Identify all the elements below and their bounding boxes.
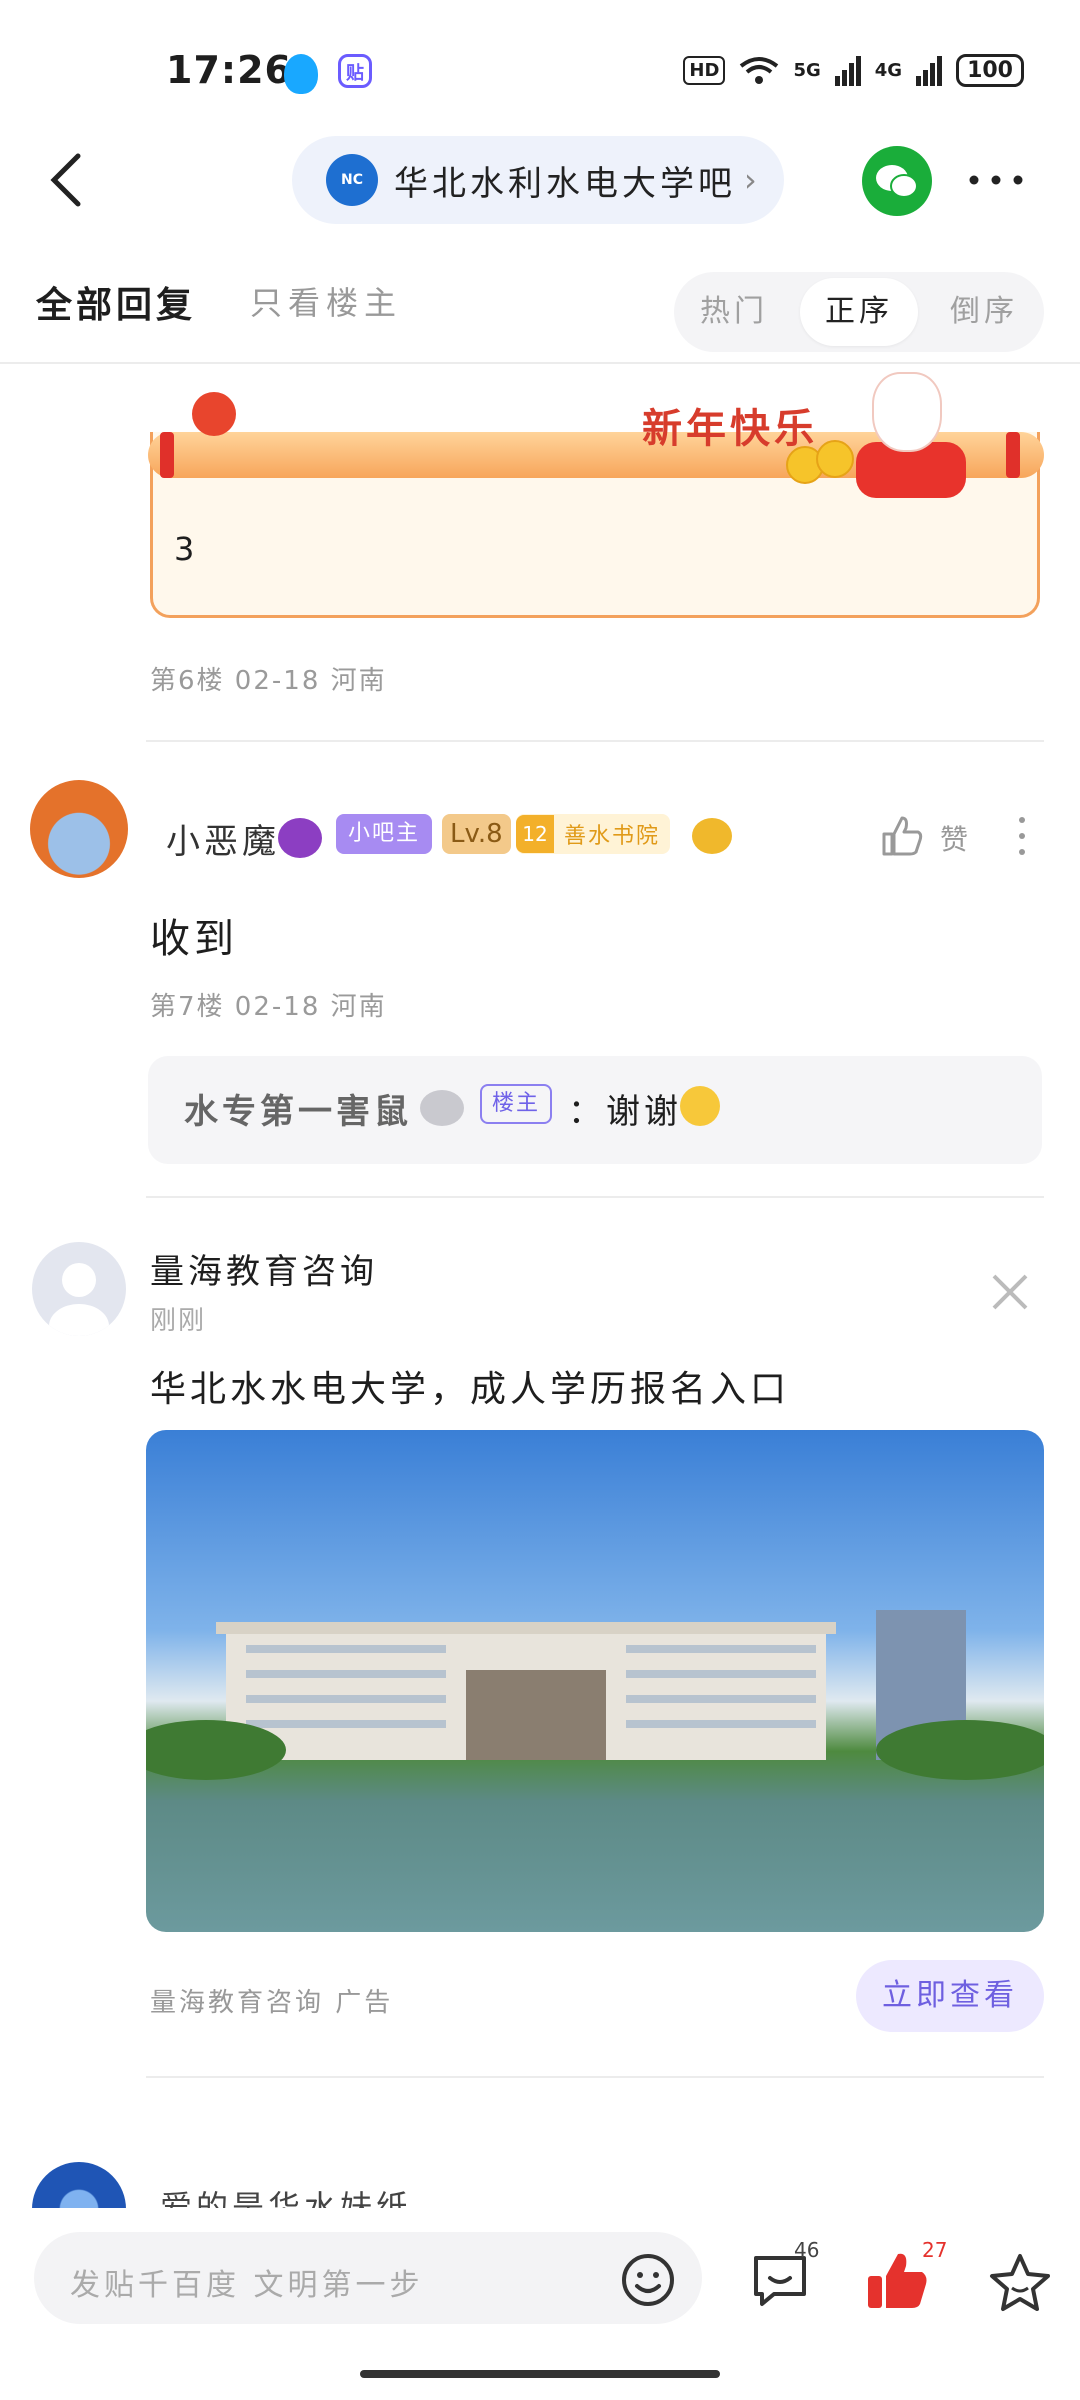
rank-badge-number: 12 [516, 815, 554, 853]
rank-badge: 12 善水书院 [516, 814, 671, 854]
post-meta: 第6楼 02-18 河南 [150, 666, 387, 696]
hd-call-icon: HD [683, 56, 726, 85]
mouse-emoji-icon [420, 1090, 464, 1126]
close-icon[interactable] [990, 1272, 1030, 1312]
star-favorite-icon[interactable] [988, 2252, 1052, 2312]
avatar[interactable] [30, 780, 128, 878]
comment-count: 46 [794, 2238, 820, 2262]
thumbs-up-icon[interactable] [880, 814, 924, 858]
network-4g-label: 4G [874, 60, 903, 81]
avatar[interactable] [32, 1242, 126, 1336]
status-indicators: HD 5G 4G 100 [683, 54, 1024, 87]
sort-toggle: 热门 正序 倒序 [674, 272, 1044, 352]
sort-descending[interactable]: 倒序 [924, 272, 1044, 352]
sub-reply-username[interactable]: 水专第一害鼠 [184, 1084, 412, 1133]
ad-title[interactable]: 华北水水电大学，成人学历报名入口 [150, 1360, 790, 1412]
divider [146, 1196, 1044, 1198]
tab-all-replies[interactable]: 全部回复 [36, 276, 196, 328]
more-options-icon[interactable] [966, 170, 1026, 190]
signal-icon-1 [834, 55, 861, 86]
forum-logo: NC WU [326, 154, 378, 240]
sort-hot[interactable]: 热门 [674, 272, 794, 352]
ox-icon [692, 818, 732, 854]
battery-icon: 100 [956, 54, 1024, 87]
tab-host-only[interactable]: 只看楼主 [250, 278, 402, 324]
username[interactable]: 小恶魔 [166, 814, 280, 863]
home-indicator[interactable] [360, 2370, 720, 2378]
post-meta: 第7楼 02-18 河南 [150, 992, 387, 1022]
wifi-icon [740, 56, 779, 84]
view-now-button[interactable]: 立即查看 [856, 1960, 1044, 2032]
divider [146, 740, 1044, 742]
devil-emoji-icon [278, 818, 322, 858]
coin-icon [816, 440, 854, 478]
reply-input-placeholder: 发贴千百度 文明第一步 [70, 2268, 424, 2303]
scroll-end-left [160, 432, 174, 478]
status-time: 17:26 [166, 48, 292, 92]
signal-icon-2 [916, 55, 943, 86]
level-badge: Lv.8 [442, 814, 511, 854]
post-text: 3 [174, 530, 195, 568]
network-5g-label: 5G [793, 60, 821, 81]
rank-badge-name: 善水书院 [564, 824, 661, 849]
forum-name: 华北水利水电大学吧 [394, 163, 736, 204]
scroll-end-right [1006, 432, 1020, 478]
host-tag: 楼主 [480, 1084, 553, 1124]
ad-image[interactable] [146, 1430, 1044, 1932]
advertiser-name[interactable]: 量海教育咨询 [150, 1244, 378, 1293]
chevron-right-icon: › [744, 161, 757, 199]
moderator-badge: 小吧主 [336, 814, 433, 854]
post-more-icon[interactable] [1018, 816, 1026, 856]
divider [0, 362, 1080, 364]
yum-emoji-icon [680, 1086, 720, 1126]
wechat-share-icon[interactable] [862, 146, 932, 216]
lantern-icon [192, 392, 236, 436]
qq-notification-icon [284, 54, 318, 94]
thumbs-up-filled-icon[interactable] [866, 2250, 930, 2312]
ad-time: 刚刚 [150, 1306, 207, 1336]
post-text: 收到 [150, 916, 238, 962]
sort-ascending[interactable]: 正序 [800, 278, 918, 346]
like-count: 27 [922, 2238, 948, 2262]
card-banner-text: 新年快乐 [642, 406, 818, 452]
back-icon[interactable] [44, 150, 88, 210]
sub-reply-text: ：谢谢 [568, 1092, 682, 1132]
divider [146, 2076, 1044, 2078]
like-label[interactable]: 赞 [940, 818, 968, 858]
rabbit-icon [872, 372, 942, 452]
ad-sponsor-label: 量海教育咨询 广告 [150, 1988, 394, 2018]
forum-entry[interactable]: NC WU 华北水利水电大学吧 › [292, 136, 784, 240]
emoji-icon[interactable] [620, 2252, 676, 2308]
tieba-notification-icon: 贴 [338, 54, 372, 88]
